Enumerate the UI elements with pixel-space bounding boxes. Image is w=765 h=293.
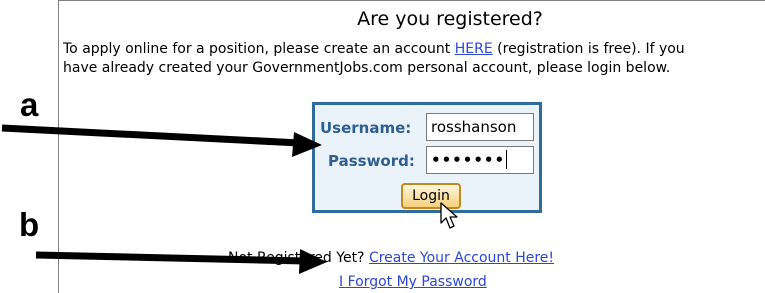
username-field[interactable]: rosshanson [426, 113, 534, 141]
intro-line-1: To apply online for a position, please c… [63, 40, 765, 59]
password-field[interactable]: ••••••• [426, 146, 534, 174]
callout-label-a: a [20, 86, 39, 123]
intro-line-1-before: To apply online for a position, please c… [63, 41, 455, 57]
intro-line-2: have already created your GovernmentJobs… [63, 60, 671, 76]
intro-line-1-after: (registration is free). If you [492, 41, 685, 57]
not-registered-prompt: Not Registered Yet? [228, 250, 369, 266]
page-title: Are you registered? [357, 8, 543, 30]
here-link[interactable]: HERE [455, 41, 493, 57]
forgot-password-link[interactable]: I Forgot My Password [339, 274, 487, 290]
password-mask: ••••••• [431, 151, 506, 169]
panel-border-top [59, 0, 765, 1]
login-box: Username: rosshanson Password: ••••••• L… [312, 102, 542, 213]
arrow-a-icon [1, 124, 322, 157]
username-label: Username: [320, 119, 412, 137]
callout-label-b: b [19, 206, 40, 243]
panel-border-left [58, 0, 59, 293]
password-label: Password: [328, 152, 415, 170]
intro-text: To apply online for a position, please c… [63, 40, 765, 78]
create-account-link[interactable]: Create Your Account Here! [369, 250, 554, 266]
mouse-pointer-icon [440, 202, 458, 229]
text-caret [506, 150, 508, 169]
not-registered-line: Not Registered Yet? Create Your Account … [228, 250, 554, 266]
